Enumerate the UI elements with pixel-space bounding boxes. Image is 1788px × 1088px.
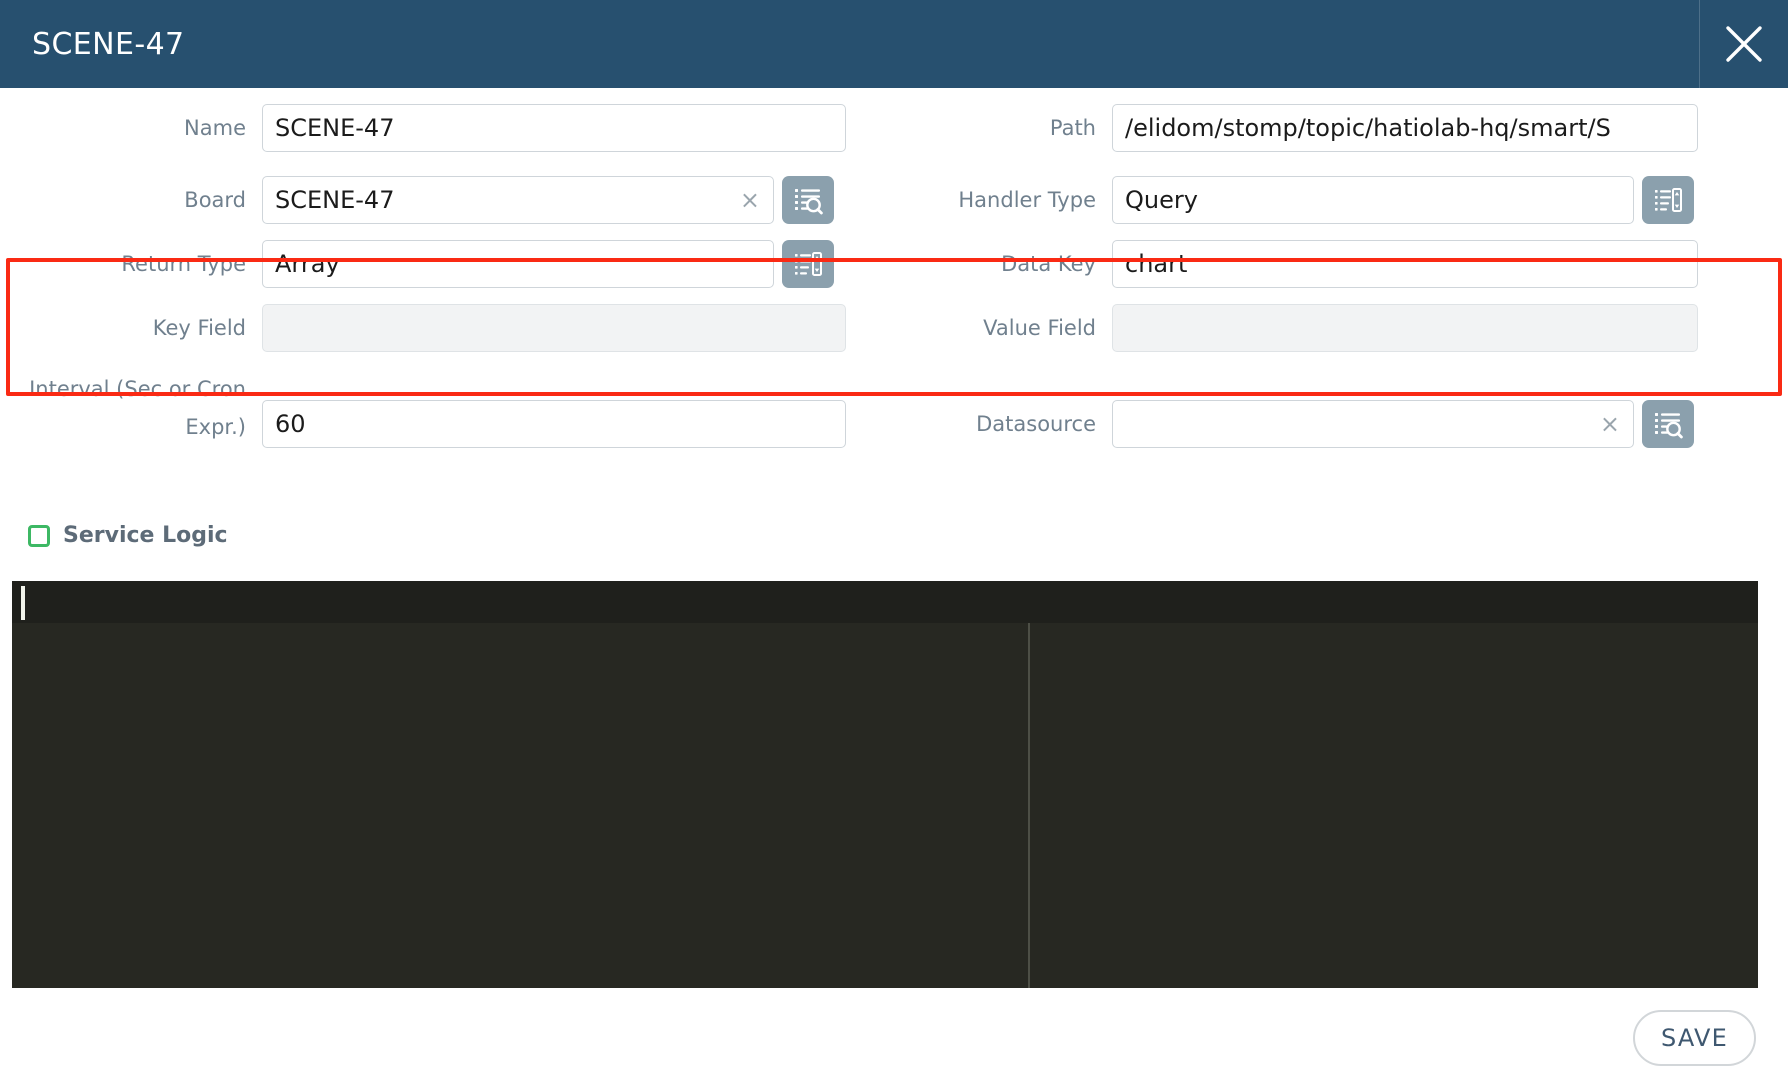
field-row-path: Path [900, 104, 1698, 152]
datasource-combo: × [1112, 400, 1634, 448]
key-field-label: Key Field [152, 316, 246, 340]
handler-type-input[interactable] [1112, 176, 1634, 224]
field-row-return-type: Return Type [0, 240, 834, 288]
service-logic-code-editor[interactable] [12, 581, 1758, 988]
board-input[interactable] [262, 176, 774, 224]
datasource-picker-button[interactable] [1642, 400, 1694, 448]
datasource-label: Datasource [976, 412, 1096, 436]
list-search-icon [793, 185, 823, 215]
interval-input[interactable] [262, 400, 846, 448]
board-label: Board [184, 188, 246, 212]
return-type-input[interactable] [262, 240, 774, 288]
return-type-label: Return Type [121, 252, 246, 276]
field-row-name: Name [0, 104, 846, 152]
list-search-icon [1653, 409, 1683, 439]
checkbox-unchecked-icon[interactable] [28, 524, 50, 547]
path-label: Path [1049, 116, 1096, 140]
field-row-interval: Interval (Sec or Cron Expr.) [0, 368, 846, 448]
close-icon [1723, 23, 1765, 65]
form-area: Name Path Board × [0, 88, 1788, 508]
field-row-key-field: Key Field [0, 304, 846, 352]
close-button[interactable] [1700, 0, 1788, 88]
datasource-input[interactable] [1112, 400, 1634, 448]
board-picker-button[interactable] [782, 176, 834, 224]
data-key-input[interactable] [1112, 240, 1698, 288]
data-key-label: Data Key [1001, 252, 1096, 276]
value-field-input[interactable] [1112, 304, 1698, 352]
field-row-value-field: Value Field [900, 304, 1698, 352]
return-type-picker-button[interactable] [782, 240, 834, 288]
field-row-data-key: Data Key [900, 240, 1698, 288]
interval-label: Interval (Sec or Cron Expr.) [29, 377, 246, 439]
handler-type-picker-button[interactable] [1642, 176, 1694, 224]
service-logic-label: Service Logic [63, 523, 228, 548]
value-field-label: Value Field [983, 316, 1096, 340]
list-select-icon [793, 249, 823, 279]
dialog-title: SCENE-47 [32, 26, 185, 62]
field-row-datasource: Datasource × [900, 400, 1694, 448]
datasource-clear-icon[interactable]: × [1600, 412, 1620, 436]
list-select-icon [1653, 185, 1683, 215]
dialog-footer: SAVE [0, 988, 1788, 1088]
path-input[interactable] [1112, 104, 1698, 152]
editor-active-line [12, 581, 1758, 623]
editor-caret [21, 586, 25, 620]
save-button[interactable]: SAVE [1633, 1010, 1756, 1066]
field-row-handler-type: Handler Type [900, 176, 1694, 224]
key-field-input[interactable] [262, 304, 846, 352]
dialog-titlebar: SCENE-47 [0, 0, 1788, 88]
scene-editor-dialog: SCENE-47 Name Path Board [0, 0, 1788, 1088]
handler-type-label: Handler Type [958, 188, 1096, 212]
name-input[interactable] [262, 104, 846, 152]
editor-print-margin-ruler [1028, 623, 1030, 988]
field-row-board: Board × [0, 176, 834, 224]
name-label: Name [184, 116, 246, 140]
service-logic-toggle[interactable]: Service Logic [28, 523, 228, 548]
board-clear-icon[interactable]: × [740, 188, 760, 212]
board-combo: × [262, 176, 774, 224]
